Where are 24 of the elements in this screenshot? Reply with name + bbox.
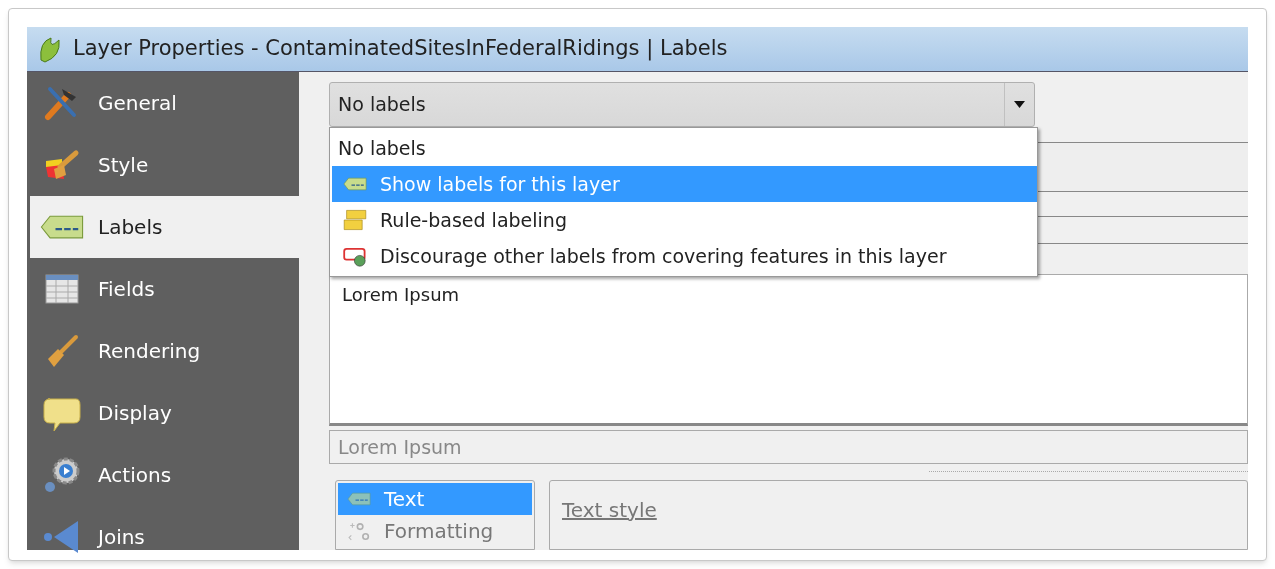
stacked-tags-icon <box>343 208 367 232</box>
dropdown-option[interactable]: Discourage other labels from covering features in this layer <box>332 238 1037 274</box>
sidebar-item[interactable]: Style <box>30 134 299 196</box>
caret-icon <box>1014 101 1025 108</box>
label-tag-icon <box>40 214 84 240</box>
labeling-mode-dropdown[interactable]: No labels <box>329 82 1035 127</box>
formatting-icon <box>348 520 370 542</box>
sidebar-item[interactable]: Fields <box>30 258 299 320</box>
section-title: Text style <box>562 498 657 522</box>
label-tag-icon <box>343 177 367 191</box>
sidebar-item[interactable]: Labels <box>30 196 299 258</box>
sidebar-item[interactable]: Actions <box>30 444 299 506</box>
style-tab[interactable]: Formatting <box>338 515 532 547</box>
gear-icon <box>42 455 82 495</box>
sidebar-item[interactable]: Rendering <box>30 320 299 382</box>
preview-field: Lorem Ipsum <box>329 430 1248 464</box>
sidebar-item[interactable]: Display <box>30 382 299 444</box>
window-title: Layer Properties - ContaminatedSitesInFederalRidings | Labels <box>73 35 728 63</box>
sidebar-item[interactable]: Joins <box>30 506 299 568</box>
dropdown-option[interactable]: Rule-based labeling <box>332 202 1037 238</box>
sidebar-item[interactable]: General <box>30 72 299 134</box>
text-area[interactable]: Lorem Ipsum <box>329 274 1248 426</box>
label-tag-icon <box>347 492 371 506</box>
dropdown-option[interactable]: No labels <box>332 130 1037 166</box>
